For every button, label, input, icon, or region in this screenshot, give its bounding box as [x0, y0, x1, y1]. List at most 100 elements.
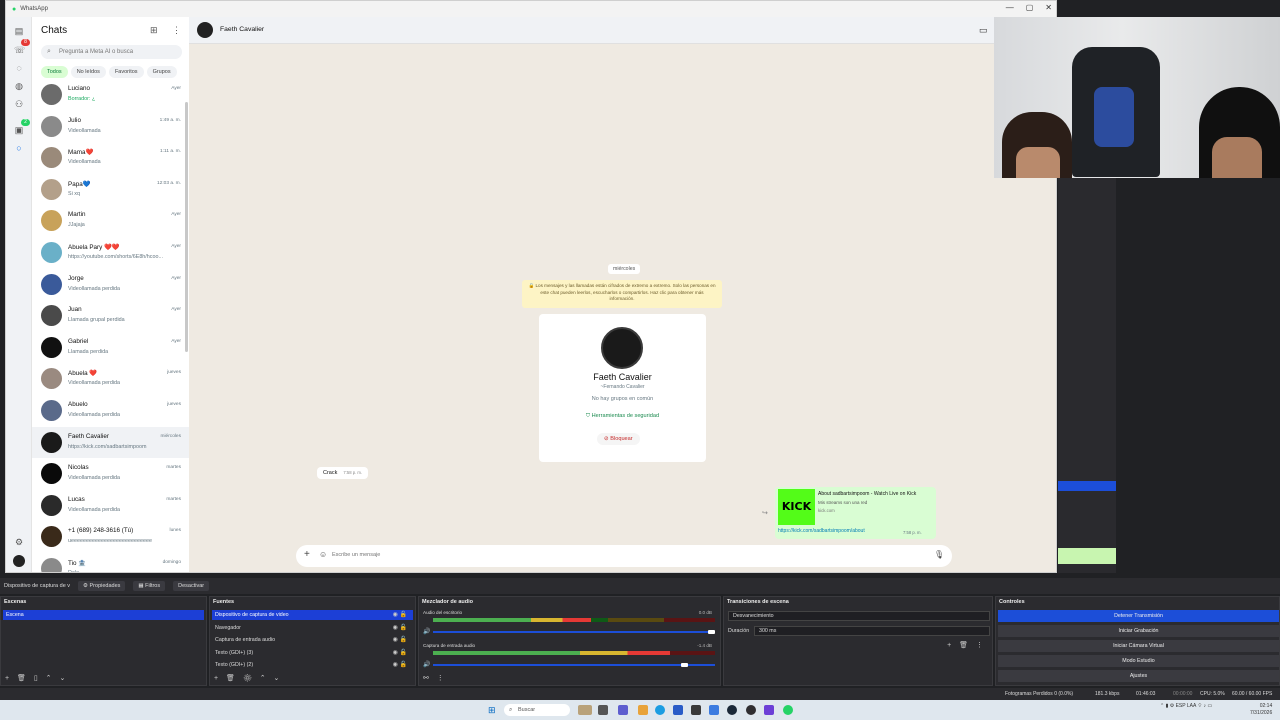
app-icon[interactable] [691, 705, 701, 715]
chats-icon[interactable]: ▤ [14, 26, 24, 36]
speaker-icon[interactable]: 🔊 [423, 628, 430, 635]
windows-start-icon[interactable]: ⊞ [488, 705, 496, 716]
link-preview-thumbnail[interactable]: KICK [778, 489, 815, 525]
visibility-lock-icon[interactable]: ◉ 🔓 [393, 660, 407, 670]
close-icon[interactable]: ✕ [1045, 3, 1052, 12]
scene-item[interactable]: Escena [3, 610, 204, 620]
source-item[interactable]: Texto (GDI+) (2) ◉ 🔓 [212, 660, 413, 670]
chat-list-item[interactable]: +1 (689) 248-3616 (Tú) ueeeeeeeeeeeeeeeee… [32, 521, 189, 553]
archive-icon[interactable]: ▣ [14, 125, 24, 135]
visibility-lock-icon[interactable]: ◉ 🔓 [393, 648, 407, 658]
chat-list-item[interactable]: Abuela ❤️ Videollamada perdida jueves [32, 363, 189, 395]
contact-name[interactable]: Faeth Cavalier [220, 26, 264, 33]
chat-list-scrollbar[interactable] [185, 102, 188, 352]
conversation-header[interactable]: Faeth Cavalier ▭ [189, 17, 1056, 44]
chat-list-item[interactable]: Gabriel Llamada perdida Ayer [32, 332, 189, 364]
chat-list-item[interactable]: Abuelo Videollamada perdida jueves [32, 395, 189, 427]
duration-input[interactable]: 300 ms [754, 626, 990, 636]
filter-chip[interactable]: Grupos [146, 66, 177, 78]
volume-slider[interactable] [433, 663, 715, 667]
transition-select[interactable]: Desvanecimiento [728, 611, 990, 621]
profile-avatar[interactable] [13, 555, 25, 567]
speaker-icon[interactable]: 🔊 [423, 661, 430, 668]
obs-icon[interactable] [746, 705, 756, 715]
outgoing-link-message[interactable]: KICK About sadbartsimpoom - Watch Live o… [775, 487, 936, 539]
chat-list-item[interactable]: Nicolas Videollamada perdida martes [32, 458, 189, 490]
menu-icon[interactable]: ⋮ [172, 25, 181, 36]
deactivate-button[interactable]: Desactivar [173, 581, 210, 591]
teams-icon[interactable] [618, 705, 628, 715]
status-icon[interactable]: ◌ [14, 63, 24, 73]
widget-app-icon[interactable] [578, 705, 592, 715]
calls-icon[interactable]: ☏ [14, 45, 25, 55]
chat-list-item[interactable]: Faeth Cavalier https://kick.com/sadbartsi… [32, 426, 189, 459]
visibility-lock-icon[interactable]: ◉ 🔓 [393, 623, 407, 633]
filter-chip[interactable]: Favoritos [108, 66, 144, 78]
volume-slider-knob[interactable] [708, 630, 715, 634]
channels-icon[interactable]: ◍ [14, 81, 24, 91]
chat-list-item[interactable]: Luciano Borrador: ¿ Ayer [32, 79, 189, 111]
chat-list-item[interactable]: Papa💙 Si xq 12:03 a. m. [32, 174, 189, 206]
chat-list-item[interactable]: Abuela Pary ❤️❤️ https://youtube.com/shor… [32, 237, 189, 269]
taskbar-search[interactable]: ⌕ Buscar [504, 704, 570, 716]
chat-list-item[interactable]: Lucas Videollamada perdida martes [32, 490, 189, 522]
chat-list-item[interactable]: Julio Videollamada 1:49 a. m. [32, 111, 189, 143]
link-preview-title[interactable]: About sadbartsimpoom - Watch Live on Kic… [818, 491, 916, 497]
filters-button[interactable]: ▦ Filtros [133, 581, 166, 591]
security-tools-link[interactable]: ⛉ Herramientas de seguridad [539, 413, 706, 420]
new-chat-icon[interactable]: ⊞ [150, 25, 158, 36]
taskbar-clock[interactable]: 02:14 7/31/2026 [1250, 703, 1272, 716]
control-button[interactable]: Iniciar Grabación [998, 625, 1279, 637]
transition-actions[interactable]: + 🗑 ⋮ [947, 641, 986, 649]
forward-icon[interactable]: ↪ [762, 509, 768, 517]
chat-list-item[interactable]: Tio 🏦 Dale domingo [32, 553, 189, 572]
volume-slider-knob[interactable] [680, 663, 688, 667]
search-input[interactable]: ⌕ Pregunta a Meta AI o busca [41, 45, 182, 59]
control-button[interactable]: Detener Transmisión [998, 610, 1279, 622]
message-input[interactable] [332, 552, 892, 558]
emoji-icon[interactable]: ☺ [319, 550, 327, 559]
source-item[interactable]: Navegador ◉ 🔓 [212, 623, 413, 633]
maximize-icon[interactable]: ▢ [1026, 3, 1034, 12]
settings-icon[interactable]: ⚙ [14, 537, 24, 547]
sources-actions[interactable]: + 🗑 ⚙ ⌃ ⌄ [214, 674, 282, 682]
control-button[interactable]: Iniciar Cámara Virtual [998, 640, 1279, 652]
encryption-notice[interactable]: 🔒 Los mensajes y las llamadas están cifr… [522, 280, 722, 308]
properties-button[interactable]: ⚙ Propiedades [78, 581, 126, 591]
message-link[interactable]: https://kick.com/sadbartsimpoom/about [778, 528, 865, 534]
chat-list-item[interactable]: Martin JJajaja Ayer [32, 205, 189, 237]
whatsapp-icon[interactable] [783, 705, 793, 715]
attach-icon[interactable]: + [304, 549, 310, 560]
visibility-lock-icon[interactable]: ◉ 🔓 [393, 635, 407, 645]
minimize-icon[interactable]: — [1006, 3, 1014, 12]
system-tray[interactable]: ⌃ ▮ ⚙ ESP LAA ⌔ ♪ ▭ [1160, 703, 1212, 709]
edge-icon[interactable] [655, 705, 665, 715]
video-call-icon[interactable]: ▭ [979, 25, 988, 36]
scenes-actions[interactable]: + 🗑 ▯ ⌃ ⌄ [5, 674, 68, 682]
block-button[interactable]: ⊘ Bloquear [597, 433, 640, 445]
source-item[interactable]: Texto (GDI+) (3) ◉ 🔓 [212, 648, 413, 658]
incoming-message[interactable]: Crack 7:58 p. m. [317, 467, 368, 479]
chat-list-item[interactable]: Juan Llamada grupal perdida Ayer [32, 300, 189, 332]
communities-icon[interactable]: ⚇ [14, 99, 24, 109]
task-view-icon[interactable] [598, 705, 608, 715]
file-explorer-icon[interactable] [638, 705, 648, 715]
filter-chip[interactable]: Todos [41, 66, 68, 78]
control-button[interactable]: Modo Estudio [998, 655, 1279, 667]
chat-list-item[interactable]: Mama❤️ Videollamada 1:11 a. m. [32, 142, 189, 174]
microphone-icon[interactable]: 🎙 [934, 550, 944, 559]
meta-ai-icon[interactable]: ○ [14, 143, 24, 153]
app-icon-3[interactable] [764, 705, 774, 715]
chat-list-item[interactable]: Jorge Videollamada perdida Ayer [32, 269, 189, 301]
contact-avatar[interactable] [197, 22, 213, 38]
store-icon[interactable] [673, 705, 683, 715]
source-item[interactable]: Captura de entrada audio ◉ 🔓 [212, 635, 413, 645]
visibility-lock-icon[interactable]: ◉ 🔓 [393, 610, 407, 620]
filter-chip[interactable]: No leídos [70, 66, 106, 78]
source-item[interactable]: Dispositivo de captura de video ◉ 🔓 [212, 610, 413, 620]
steam-icon[interactable] [727, 705, 737, 715]
mixer-actions[interactable]: ⚯ ⋮ [423, 674, 447, 682]
app-icon-2[interactable] [709, 705, 719, 715]
control-button[interactable]: Ajustes [998, 670, 1279, 682]
volume-slider[interactable] [433, 630, 715, 634]
